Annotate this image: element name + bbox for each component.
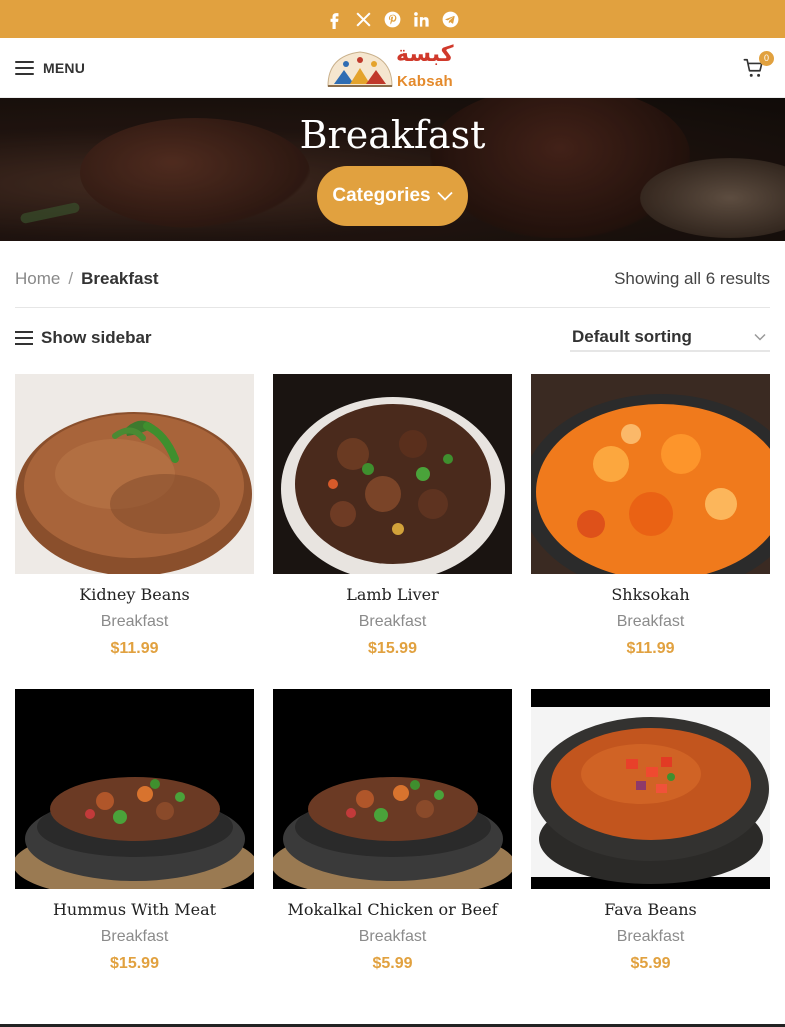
product-name[interactable]: Hummus With Meat bbox=[15, 900, 254, 920]
product-name[interactable]: Shksokah bbox=[531, 585, 770, 605]
cart-button[interactable]: 0 bbox=[743, 51, 774, 83]
chevron-down-icon bbox=[436, 191, 453, 201]
product-card[interactable]: Hummus With Meat Breakfast $15.99 bbox=[15, 689, 254, 974]
menu-label: MENU bbox=[43, 60, 86, 76]
pinterest-icon[interactable] bbox=[383, 10, 402, 29]
product-category[interactable]: Breakfast bbox=[531, 927, 770, 947]
product-category[interactable]: Breakfast bbox=[531, 612, 770, 632]
product-name[interactable]: Fava Beans bbox=[531, 900, 770, 920]
breadcrumb-separator: / bbox=[68, 269, 74, 288]
sidebar-icon bbox=[15, 331, 33, 345]
menu-button[interactable]: MENU bbox=[15, 38, 85, 98]
categories-button[interactable]: Categories bbox=[317, 166, 468, 226]
shakshuka-pan-image bbox=[531, 374, 770, 574]
product-price: $11.99 bbox=[110, 640, 159, 657]
product-card[interactable]: Kidney Beans Breakfast $11.99 bbox=[15, 374, 254, 659]
sort-selected-value: Default sorting bbox=[572, 327, 692, 346]
logo-arabic-text: كبسة bbox=[396, 42, 454, 67]
sort-select[interactable]: Default sorting bbox=[570, 324, 770, 352]
product-price: $5.99 bbox=[630, 955, 671, 972]
product-name[interactable]: Lamb Liver bbox=[273, 585, 512, 605]
product-card[interactable]: Lamb Liver Breakfast $15.99 bbox=[273, 374, 512, 659]
product-image[interactable] bbox=[15, 689, 254, 889]
logo-dome-icon bbox=[327, 51, 393, 87]
chevron-down-icon bbox=[754, 333, 766, 341]
results-count: Showing all 6 results bbox=[614, 269, 770, 288]
site-header: MENU كبسة Kabsah 0 bbox=[0, 38, 785, 98]
telegram-icon[interactable] bbox=[441, 10, 460, 29]
product-category[interactable]: Breakfast bbox=[15, 612, 254, 632]
fava-beans-image bbox=[531, 689, 770, 889]
product-card[interactable]: Fava Beans Breakfast $5.99 bbox=[531, 689, 770, 974]
product-category[interactable]: Breakfast bbox=[273, 927, 512, 947]
cart-count-badge: 0 bbox=[759, 51, 774, 66]
site-logo[interactable]: كبسة Kabsah bbox=[324, 42, 464, 90]
hamburger-icon bbox=[15, 61, 34, 75]
patty-image bbox=[15, 374, 254, 574]
product-card[interactable]: Mokalkal Chicken or Beef Breakfast $5.99 bbox=[273, 689, 512, 974]
categories-label: Categories bbox=[332, 185, 431, 206]
logo-text: Kabsah bbox=[397, 73, 453, 90]
product-image[interactable] bbox=[531, 374, 770, 574]
page-title: Breakfast bbox=[299, 113, 486, 157]
breadcrumb-current: Breakfast bbox=[81, 269, 159, 288]
show-sidebar-label: Show sidebar bbox=[41, 328, 152, 347]
x-twitter-icon[interactable] bbox=[354, 10, 373, 29]
product-price: $15.99 bbox=[368, 640, 417, 657]
breadcrumb-home-link[interactable]: Home bbox=[15, 269, 60, 289]
product-name[interactable]: Kidney Beans bbox=[15, 585, 254, 605]
product-price: $15.99 bbox=[110, 955, 159, 972]
facebook-icon[interactable] bbox=[325, 10, 344, 29]
mokalkal-image bbox=[273, 689, 512, 889]
product-price: $11.99 bbox=[626, 640, 675, 657]
hummus-meat-image bbox=[15, 689, 254, 889]
product-image[interactable] bbox=[273, 374, 512, 574]
breadcrumb: Home / Breakfast bbox=[15, 266, 159, 292]
show-sidebar-button[interactable]: Show sidebar bbox=[15, 326, 152, 350]
product-image[interactable] bbox=[273, 689, 512, 889]
product-card[interactable]: Shksokah Breakfast $11.99 bbox=[531, 374, 770, 659]
product-price: $5.99 bbox=[372, 955, 413, 972]
product-image[interactable] bbox=[531, 689, 770, 889]
product-category[interactable]: Breakfast bbox=[15, 927, 254, 947]
linkedin-icon[interactable] bbox=[412, 10, 431, 29]
product-image[interactable] bbox=[15, 374, 254, 574]
liver-dish-image bbox=[273, 374, 512, 574]
divider bbox=[15, 307, 770, 308]
product-category[interactable]: Breakfast bbox=[273, 612, 512, 632]
product-name[interactable]: Mokalkal Chicken or Beef bbox=[273, 900, 512, 920]
social-bar bbox=[0, 0, 785, 38]
